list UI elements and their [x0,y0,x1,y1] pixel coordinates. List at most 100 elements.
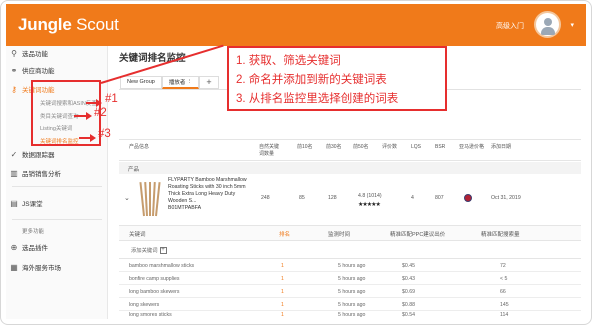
arrow-head-icon [96,99,102,107]
sidebar-item-tracker[interactable]: ✓ 数据跟踪器 [6,147,108,161]
bid-cell: $0.69 [402,289,415,295]
keyword-count: 248 [261,195,270,201]
add-keyword-row: 添加关键词 + [119,241,581,259]
sidebar-item-label: 数据跟踪器 [22,152,55,159]
sidebar-group-label: 更多功能 [22,229,45,235]
sidebar-item-label: 选品插件 [22,245,48,252]
column-header[interactable]: 精准匹配PPC建议出价 [390,230,445,238]
marker-1: #1 [105,93,118,105]
sidebar-item-supplier[interactable]: ⚭ 供应商功能 [6,63,108,77]
column-header-sorted[interactable]: 排名 [279,230,290,238]
column-header[interactable]: 评价数 [382,144,397,151]
bid-cell: $0.88 [402,302,415,308]
time-cell: 5 hours ago [338,276,366,282]
product-name[interactable]: FLYPARTY Bamboo Marshmallow Roasting Sti… [168,177,250,205]
tab-active-list[interactable]: 播放者 ⋮ [161,75,200,89]
us-flag-icon [464,194,472,202]
keyword-cell: long bamboo skewers [129,289,180,295]
sidebar-item-label: JS课堂 [22,201,43,208]
bid-cell: $0.54 [402,312,415,318]
sidebar-item-label: 选品功能 [22,51,48,58]
sidebar-item-service-market[interactable]: ▦ 海外服务市场 [6,260,108,274]
rating-stars: ★★★★★ [358,202,381,208]
column-header[interactable]: 前10名 [297,144,313,151]
column-header[interactable]: 前30名 [326,144,342,151]
column-header[interactable]: 产品信息 [129,144,149,151]
avatar-body [541,27,555,35]
sidebar-item-plugin[interactable]: ⊕ 选品插件 [6,240,108,254]
product-table-header: 产品信息 自然关键词数量 前10名 前30名 前50名 评价数 LQS BSR … [119,139,581,161]
tab-new-group[interactable]: New Group [120,75,162,89]
plus-icon: + [206,77,212,87]
product-row[interactable]: ⌄ FLYPARTY Bamboo Marshmallow Roasting S… [119,174,581,226]
column-header[interactable]: 自然关键词数量 [259,144,283,157]
product-image [139,181,161,217]
rank-cell: 1 [281,302,284,308]
keyword-cell: long smores sticks [129,312,172,318]
plugin-icon: ⊕ [10,242,18,252]
add-keyword-button[interactable]: 添加关键词 + [131,246,167,255]
table-row[interactable]: long bamboo skewers 1 5 hours ago $0.69 … [119,285,581,298]
column-header[interactable]: LQS [411,144,421,151]
product-info: FLYPARTY Bamboo Marshmallow Roasting Sti… [168,177,250,212]
keyword-cell: long skewers [129,302,160,308]
jungle-scout-logo[interactable]: Jungle Scout [18,15,119,35]
column-header[interactable]: 监测时间 [328,230,350,238]
login-link[interactable]: 高级入门 [496,21,524,31]
lqs-value: 4 [411,195,414,201]
arrow-head-icon [90,134,96,142]
annotation-step-1: 1. 获取、筛选关键词 [236,55,341,67]
time-cell: 5 hours ago [338,312,366,318]
chevron-down-icon[interactable]: ⌄ [124,194,130,202]
tab-label: 播放者 [168,79,186,86]
time-cell: 5 hours ago [338,302,366,308]
column-header[interactable]: 添加日期 [491,144,511,151]
column-header[interactable]: 亚马逊价格 [459,144,484,151]
key-icon: ⚷ [11,84,17,94]
table-row[interactable]: long skewers 1 5 hours ago $0.88 145 [119,298,581,311]
arrow-head-icon [86,112,92,120]
bsr-value: 807 [435,195,444,201]
volume-cell: 145 [500,302,509,308]
keyword-table-header: 关键词 排名 监测时间 精准匹配PPC建议出价 精准匹配搜索量 [119,226,581,241]
plus-icon: + [159,247,167,255]
table-row[interactable]: bonfire camp supplies 1 5 hours ago $0.4… [119,272,581,285]
added-date: Oct 31, 2019 [491,195,521,201]
annotation-step-3: 3. 从排名监控里选择创建的词表 [236,93,399,105]
sidebar-item-sales-analysis[interactable]: ▥ 品销销售分析 [6,166,108,180]
product-group-row[interactable]: 产品 [119,162,581,174]
rating-text: 4.8 (1014) [358,193,382,199]
sidebar-item-product[interactable]: ⚲ 选品功能 [6,46,108,60]
sidebar-item-label: 海外服务市场 [22,265,61,272]
sidebar-divider [12,186,102,187]
rank-cell: 1 [281,263,284,269]
rank-cell: 1 [281,312,284,318]
annotation-step-2: 2. 命名并添加到新的关键词表 [236,74,387,86]
volume-cell: 66 [500,289,506,295]
top-navigation-bar: Jungle Scout 高级入门 ▾ [6,4,586,46]
page-title: 关键词排名监控 [119,53,186,64]
rank-cell: 1 [281,289,284,295]
user-avatar[interactable] [534,11,561,38]
sidebar-item-classroom[interactable]: ▤ JS课堂 [6,196,108,210]
volume-cell: < 5 [500,276,508,282]
add-tab-button[interactable]: + [199,75,219,89]
table-row[interactable]: bamboo marshmallow sticks 1 5 hours ago … [119,259,581,272]
table-row[interactable]: long smores sticks 1 5 hours ago $0.54 1… [119,311,581,319]
column-header[interactable]: 关键词 [129,230,146,238]
check-icon: ✓ [10,149,18,159]
more-icon[interactable]: ⋮ [187,79,193,85]
marker-3: #3 [98,128,111,140]
annotation-box: 1. 获取、筛选关键词 2. 命名并添加到新的关键词表 3. 从排名监控里选择创… [227,46,447,111]
group-label: 产品 [128,167,140,173]
chevron-down-icon[interactable]: ▾ [570,21,574,29]
column-header[interactable]: BSR [435,144,445,151]
keyword-list-tabs: New Group 播放者 ⋮ + [120,75,219,89]
keyword-cell: bamboo marshmallow sticks [129,263,195,269]
product-asin: B01MTPABFA [168,205,202,211]
column-header[interactable]: 前50名 [353,144,369,151]
search-icon: ⚲ [11,48,17,58]
column-header[interactable]: 精准匹配搜索量 [481,230,520,238]
volume-cell: 114 [500,312,509,318]
bid-cell: $0.43 [402,276,415,282]
